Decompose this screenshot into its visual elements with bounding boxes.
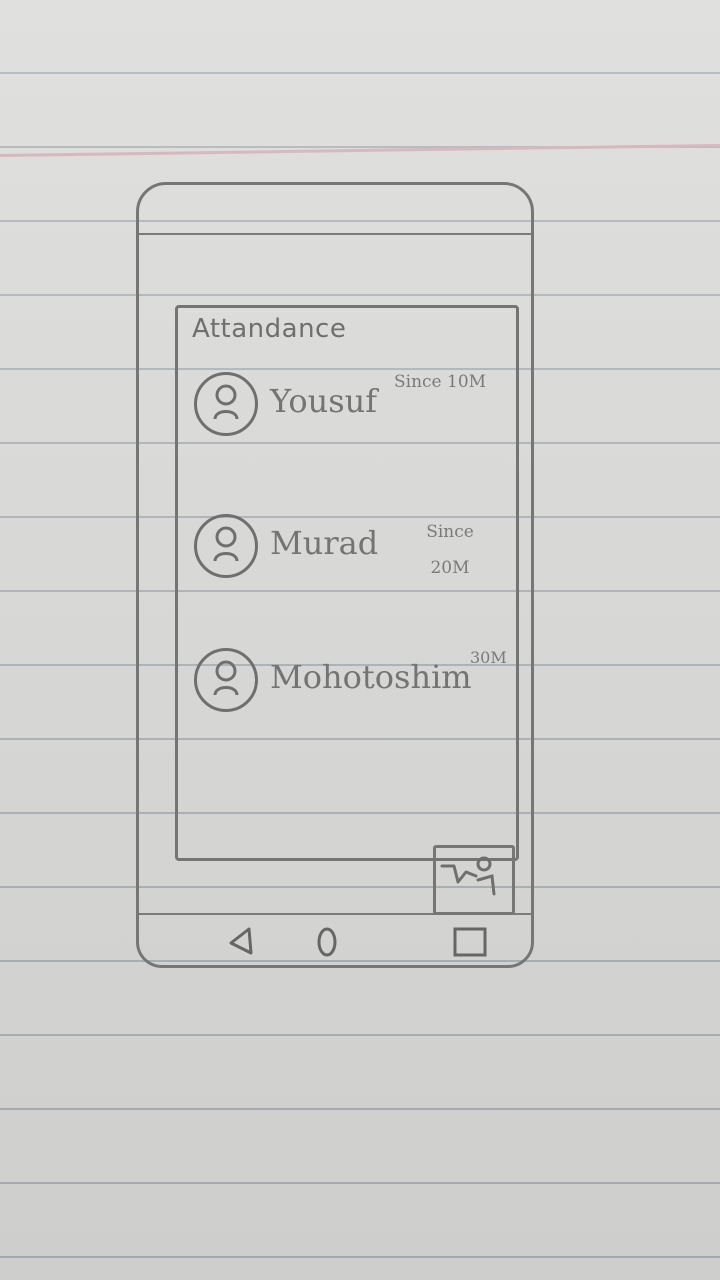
user-name: Murad — [270, 524, 379, 562]
back-icon[interactable] — [225, 925, 255, 957]
attendance-list-item[interactable]: Murad Since 20M — [194, 514, 512, 604]
user-name: Yousuf — [270, 382, 378, 420]
home-icon[interactable] — [315, 925, 339, 959]
person-avatar-icon — [194, 648, 258, 712]
attendance-list-item[interactable]: Yousuf Since 10M — [194, 372, 512, 462]
notebook-margin-line — [0, 143, 720, 157]
phone-top-bezel — [139, 233, 531, 235]
user-time: Since 10M — [394, 372, 487, 392]
person-avatar-icon — [194, 514, 258, 578]
user-time: Since 20M — [426, 522, 474, 578]
phone-frame: Attandance Yousuf Since 10M Murad Since … — [136, 182, 534, 968]
attendance-list-item[interactable]: Mohotoshim 30M — [194, 648, 512, 738]
page-title: Attandance — [192, 314, 347, 344]
photo-icon — [440, 856, 496, 896]
attendance-screen: Attandance Yousuf Since 10M Murad Since … — [175, 305, 519, 861]
photo-action-button[interactable] — [433, 845, 515, 915]
user-name: Mohotoshim — [270, 658, 472, 696]
navigation-bar — [139, 915, 531, 967]
recent-apps-icon[interactable] — [451, 925, 489, 959]
person-avatar-icon — [194, 372, 258, 436]
user-time: 30M — [470, 648, 507, 667]
